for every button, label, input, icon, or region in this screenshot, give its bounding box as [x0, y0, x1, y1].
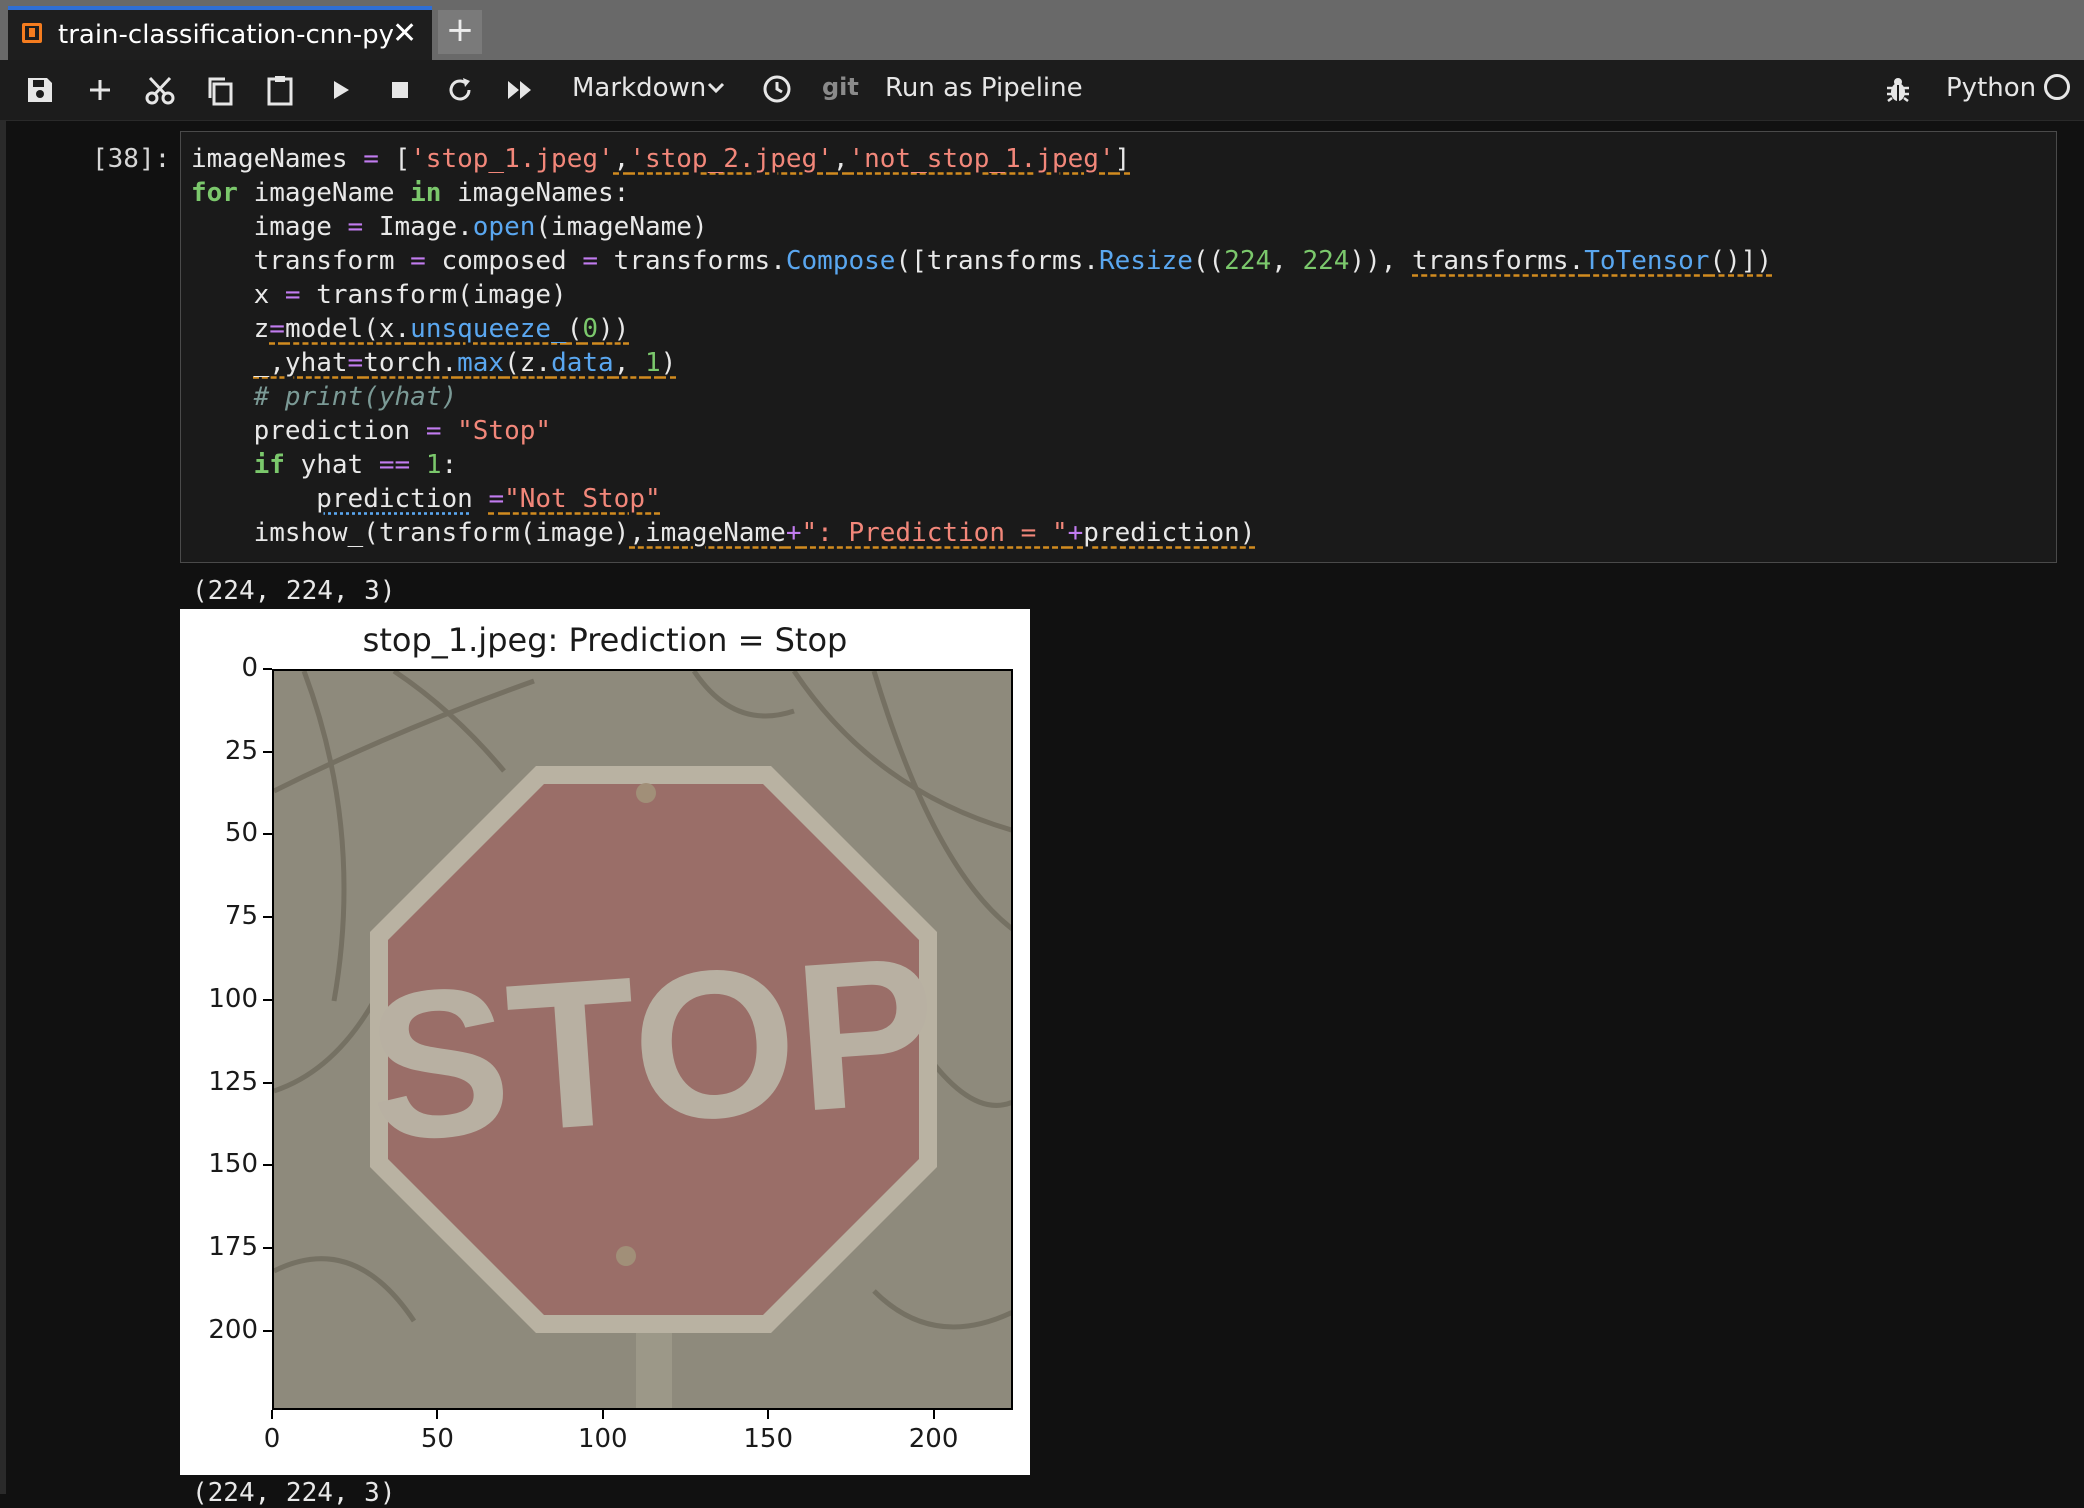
restart-icon[interactable]	[446, 76, 474, 108]
stop-icon[interactable]	[390, 80, 410, 112]
x-tick	[932, 1410, 935, 1419]
y-tick-label: 75	[224, 901, 258, 932]
y-tick	[263, 916, 272, 919]
y-tick-label: 150	[208, 1149, 258, 1180]
fast-forward-icon[interactable]	[506, 78, 534, 110]
code-content[interactable]: imageNames = ['stop_1.jpeg','stop_2.jpeg…	[191, 142, 1772, 550]
y-tick	[263, 1329, 272, 1332]
tab-title: train-classification-cnn-pytc	[58, 20, 393, 50]
notebook-tab[interactable]: train-classification-cnn-pytc ✕	[8, 6, 432, 60]
output-figure: stop_1.jpeg: Prediction = Stop STOP 0 25 5…	[180, 609, 1030, 1475]
x-tick-label: 100	[577, 1424, 628, 1454]
close-icon[interactable]: ✕	[392, 16, 417, 51]
x-tick	[271, 1410, 273, 1419]
x-tick	[767, 1410, 770, 1419]
run-icon[interactable]	[330, 78, 352, 110]
stop-sign-image: STOP	[274, 671, 1011, 1408]
y-tick	[263, 998, 272, 1001]
save-icon[interactable]	[26, 76, 54, 108]
run-as-pipeline-button[interactable]: Run as Pipeline	[885, 73, 1083, 103]
x-tick	[436, 1410, 439, 1419]
clock-icon[interactable]	[762, 74, 792, 106]
y-tick-label: 50	[224, 818, 258, 849]
kernel-status-icon	[2044, 74, 2070, 100]
execution-count: [38]:	[92, 144, 171, 174]
kernel-name[interactable]: Python	[1946, 73, 2036, 103]
tab-bar: train-classification-cnn-pytc ✕ +	[0, 0, 2084, 60]
sign-text: STOP	[361, 912, 944, 1186]
y-tick-label: 125	[208, 1066, 258, 1097]
y-tick	[263, 1081, 272, 1084]
new-tab-button[interactable]: +	[438, 10, 482, 54]
y-tick-label: 175	[208, 1231, 258, 1262]
x-tick-label: 0	[263, 1424, 281, 1454]
y-tick	[263, 1164, 272, 1167]
image-plot: STOP	[272, 669, 1013, 1410]
y-tick	[263, 1246, 272, 1249]
paste-icon[interactable]	[266, 74, 294, 106]
copy-icon[interactable]	[206, 76, 234, 108]
bug-icon[interactable]	[1884, 76, 1912, 108]
x-tick-label: 50	[420, 1424, 454, 1454]
y-tick-label: 0	[241, 653, 258, 683]
x-tick-label: 150	[743, 1424, 794, 1454]
chevron-down-icon[interactable]	[706, 80, 726, 112]
y-tick-label: 200	[208, 1314, 258, 1345]
code-cell-editor[interactable]: imageNames = ['stop_1.jpeg','stop_2.jpeg…	[180, 131, 2057, 563]
y-tick-label: 25	[224, 735, 258, 766]
output-shape-1: (224, 224, 3)	[192, 576, 396, 606]
cell-type-select[interactable]: Markdown	[572, 73, 706, 103]
cut-icon[interactable]	[145, 75, 175, 107]
y-tick	[263, 833, 272, 836]
add-cell-icon[interactable]	[86, 76, 114, 108]
y-tick-label: 100	[208, 983, 258, 1014]
figure-title: stop_1.jpeg: Prediction = Stop	[362, 621, 848, 659]
notebook-icon	[22, 23, 42, 43]
cell-gutter	[0, 121, 6, 1494]
y-tick	[263, 750, 272, 753]
y-tick	[263, 668, 272, 670]
x-tick	[601, 1410, 604, 1419]
git-icon[interactable]: git	[822, 73, 859, 101]
output-shape-2: (224, 224, 3)	[192, 1478, 396, 1508]
x-tick-label: 200	[908, 1424, 959, 1454]
